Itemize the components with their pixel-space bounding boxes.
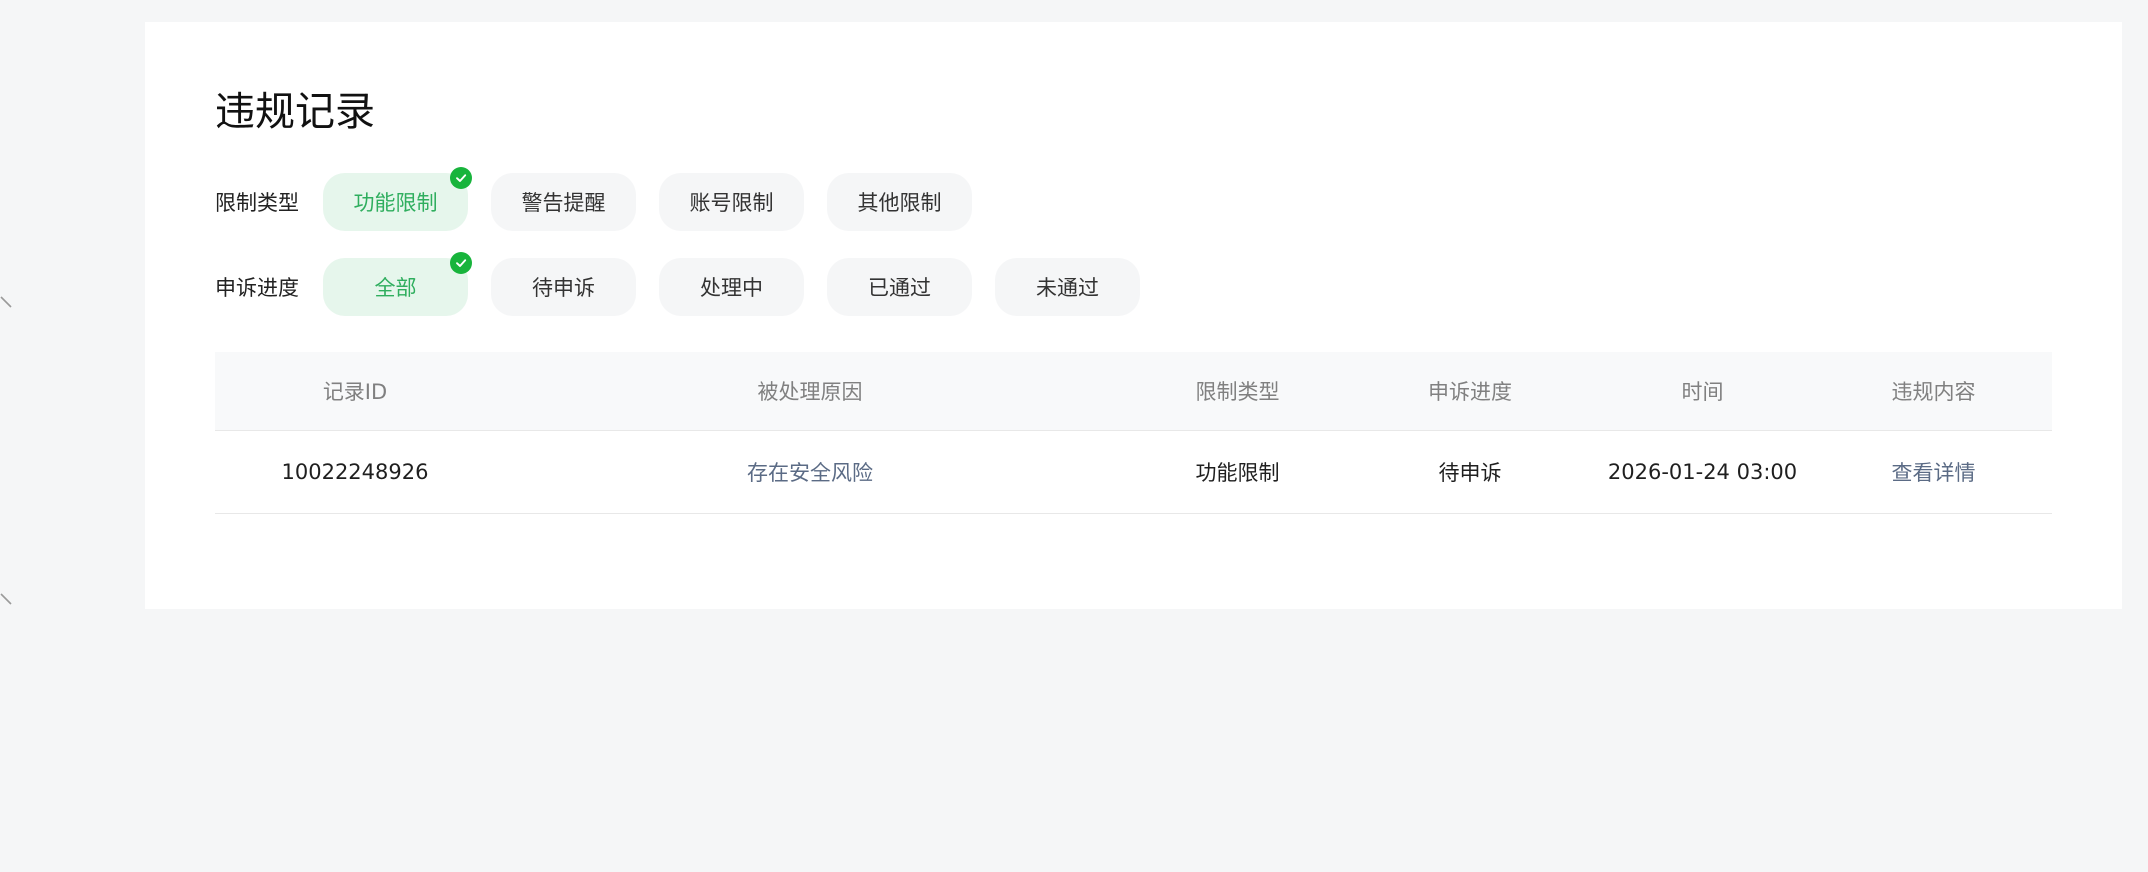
table-row: 10022248926 存在安全风险 功能限制 待申诉 2026-01-24 0… (215, 431, 2052, 514)
chevron-left-icon[interactable] (0, 296, 14, 314)
cell-reason-link[interactable]: 存在安全风险 (495, 457, 1125, 487)
cell-restriction-type: 功能限制 (1195, 461, 1280, 485)
restriction-type-filter: 限制类型 功能限制 警告提醒 账号限制 其他限制 (215, 167, 995, 231)
chip-warning[interactable]: 警告提醒 (491, 173, 636, 231)
records-table: 记录ID 被处理原因 限制类型 申诉进度 时间 违规内容 10022248926… (215, 352, 2052, 514)
cell-appeal-status: 待申诉 (1438, 461, 1502, 485)
page: 违规记录 限制类型 功能限制 警告提醒 账号限制 其他限制 申诉进度 全部 待申… (0, 0, 2148, 872)
chip-all[interactable]: 全部 (323, 252, 472, 316)
header-time: 时间 (1681, 380, 1724, 404)
check-circle-icon (450, 167, 472, 189)
chip-approved[interactable]: 已通过 (827, 258, 972, 316)
chevron-left-icon[interactable] (0, 593, 14, 611)
chip-rejected[interactable]: 未通过 (995, 258, 1140, 316)
cell-record-id: 10022248926 (281, 460, 429, 484)
filter-label: 申诉进度 (215, 276, 299, 300)
header-appeal-status: 申诉进度 (1428, 380, 1512, 404)
appeal-progress-filter: 申诉进度 全部 待申诉 处理中 已通过 未通过 (215, 252, 1163, 316)
chip-other-restriction[interactable]: 其他限制 (827, 173, 972, 231)
page-title: 违规记录 (215, 89, 375, 135)
violation-records-card: 违规记录 限制类型 功能限制 警告提醒 账号限制 其他限制 申诉进度 全部 待申… (145, 22, 2122, 609)
chip-function-restriction[interactable]: 功能限制 (323, 167, 472, 231)
header-record-id: 记录ID (322, 380, 388, 404)
view-details-link[interactable]: 查看详情 (1815, 457, 2052, 487)
header-violation-content: 违规内容 (1891, 380, 1976, 404)
header-restriction-type: 限制类型 (1195, 380, 1280, 404)
header-reason: 被处理原因 (757, 380, 863, 404)
chip-processing[interactable]: 处理中 (659, 258, 804, 316)
check-circle-icon (450, 252, 472, 274)
cell-time: 2026-01-24 03:00 (1607, 460, 1798, 484)
filter-label: 限制类型 (215, 191, 299, 215)
chip-pending-appeal[interactable]: 待申诉 (491, 258, 636, 316)
chip-account-restriction[interactable]: 账号限制 (659, 173, 804, 231)
table-header: 记录ID 被处理原因 限制类型 申诉进度 时间 违规内容 (215, 352, 2052, 431)
